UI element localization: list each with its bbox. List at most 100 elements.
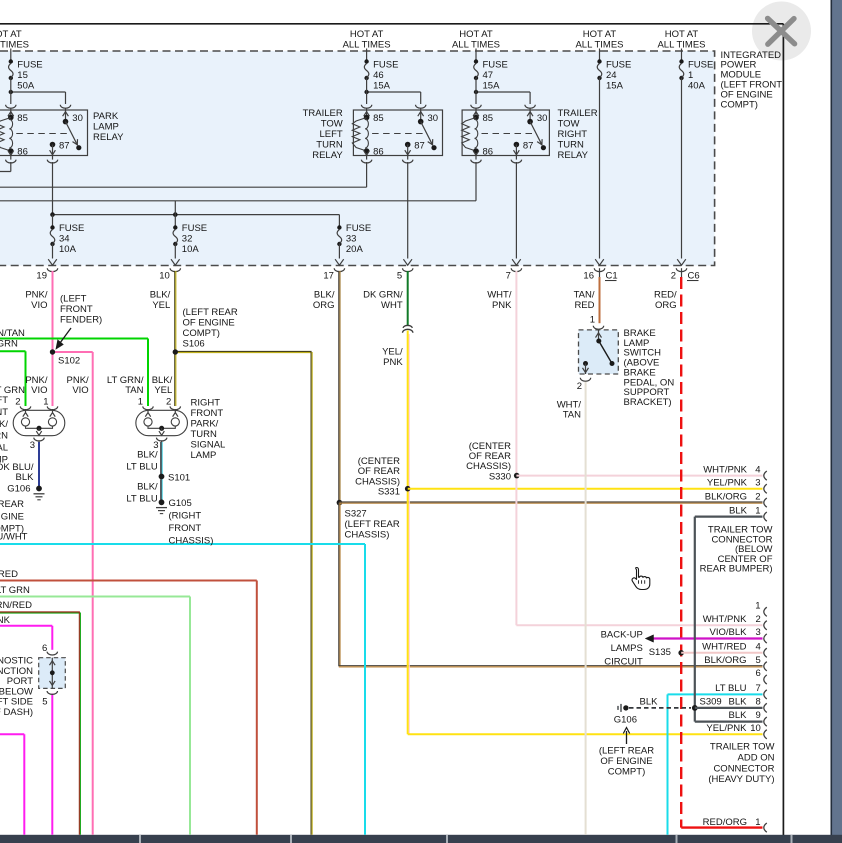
svg-text:ADD ON: ADD ON: [738, 752, 775, 763]
svg-text:OF ENGINE: OF ENGINE: [600, 756, 652, 767]
svg-text:VIO: VIO: [31, 300, 47, 311]
svg-text:OF ENGINE: OF ENGINE: [183, 318, 235, 329]
svg-text:2: 2: [577, 381, 582, 392]
svg-text:PNK: PNK: [492, 300, 512, 311]
svg-text:30: 30: [537, 113, 548, 124]
svg-text:FRONT: FRONT: [191, 408, 224, 419]
svg-text:LT BLU: LT BLU: [126, 494, 157, 505]
svg-text:86: 86: [483, 147, 494, 158]
svg-text:5: 5: [397, 271, 402, 282]
svg-text:19: 19: [36, 271, 47, 282]
svg-text:YEL/: YEL/: [382, 347, 403, 358]
svg-text:FUSE: FUSE: [483, 60, 508, 71]
svg-text:RIGHT: RIGHT: [191, 398, 221, 409]
svg-text:3: 3: [30, 440, 35, 451]
svg-text:TURN: TURN: [191, 429, 218, 440]
svg-text:87: 87: [523, 141, 534, 152]
svg-text:40A: 40A: [688, 81, 706, 92]
svg-text:FUSE: FUSE: [59, 223, 84, 234]
svg-text:(LEFT REAR: (LEFT REAR: [599, 746, 654, 757]
svg-text:3: 3: [755, 478, 760, 489]
svg-text:HOT AT: HOT AT: [583, 29, 617, 40]
svg-text:(LEFT: (LEFT: [0, 395, 8, 406]
svg-text:WHT/PNK: WHT/PNK: [703, 614, 747, 625]
svg-text:TRAILER: TRAILER: [558, 108, 598, 119]
svg-text:BLK: BLK: [729, 505, 748, 516]
svg-text:PNK/: PNK/: [25, 290, 48, 301]
svg-text:BRACKET): BRACKET): [624, 397, 672, 408]
svg-text:WHT/: WHT/: [487, 290, 512, 301]
svg-text:LT GRN/TAN: LT GRN/TAN: [0, 328, 25, 339]
svg-text:30: 30: [72, 113, 83, 124]
svg-text:2: 2: [166, 396, 171, 407]
svg-text:1: 1: [755, 601, 760, 612]
svg-text:LEFT: LEFT: [319, 129, 342, 140]
svg-text:BACK-UP: BACK-UP: [601, 630, 643, 641]
svg-text:TAN/RED: TAN/RED: [0, 569, 18, 580]
svg-text:REAR BUMPER): REAR BUMPER): [700, 564, 773, 575]
svg-text:LT GRN: LT GRN: [0, 339, 18, 350]
svg-text:HOT AT: HOT AT: [459, 29, 493, 40]
svg-text:RED: RED: [574, 300, 594, 311]
svg-text:BLK/ORG: BLK/ORG: [704, 655, 746, 666]
svg-text:(LEFT REAR: (LEFT REAR: [345, 519, 400, 530]
svg-text:10: 10: [750, 723, 761, 734]
svg-text:LAMP: LAMP: [93, 122, 119, 133]
svg-text:10: 10: [159, 271, 170, 282]
svg-text:COMPT): COMPT): [721, 99, 758, 110]
svg-text:PNK: PNK: [383, 357, 403, 368]
svg-text:87: 87: [414, 141, 425, 152]
svg-text:GRN/RED: GRN/RED: [0, 600, 32, 611]
svg-text:HOT AT: HOT AT: [0, 29, 22, 40]
svg-text:YEL/PNK: YEL/PNK: [707, 478, 748, 489]
svg-text:BLK/: BLK/: [137, 482, 158, 493]
svg-text:15A: 15A: [373, 81, 391, 92]
svg-text:1: 1: [688, 70, 693, 81]
svg-text:(LEFT: (LEFT: [60, 294, 87, 305]
svg-text:WHT: WHT: [381, 300, 403, 311]
svg-text:87: 87: [59, 141, 70, 152]
svg-text:TAN: TAN: [563, 410, 581, 421]
svg-text:SIGNAL: SIGNAL: [0, 443, 8, 454]
svg-text:PARK: PARK: [93, 111, 119, 122]
svg-text:50A: 50A: [17, 81, 35, 92]
svg-text:PNK: PNK: [0, 615, 11, 626]
svg-text:TRAILER: TRAILER: [303, 108, 343, 119]
svg-text:85: 85: [483, 113, 494, 124]
svg-text:CONNECTOR: CONNECTOR: [713, 763, 774, 774]
svg-text:17: 17: [323, 271, 334, 282]
svg-text:PARK/: PARK/: [0, 419, 8, 430]
svg-text:YEL: YEL: [152, 300, 170, 311]
svg-text:FENDER): FENDER): [60, 315, 102, 326]
svg-text:TRAILER TOW: TRAILER TOW: [710, 742, 775, 753]
svg-text:FUSE: FUSE: [606, 60, 631, 71]
svg-text:S327: S327: [345, 509, 367, 520]
svg-text:BLK: BLK: [729, 697, 748, 708]
svg-text:FRONT: FRONT: [169, 523, 202, 534]
svg-text:47: 47: [483, 70, 494, 81]
svg-text:LT BLU: LT BLU: [126, 462, 157, 473]
svg-text:85: 85: [17, 113, 28, 124]
svg-text:(HEAVY DUTY): (HEAVY DUTY): [708, 774, 774, 785]
svg-text:TURN: TURN: [316, 140, 343, 151]
svg-text:COMPT): COMPT): [183, 328, 220, 339]
svg-text:3: 3: [756, 627, 761, 638]
svg-text:6: 6: [42, 643, 47, 654]
svg-text:PARK/: PARK/: [191, 419, 219, 430]
svg-text:BLK/: BLK/: [150, 290, 171, 301]
svg-text:30: 30: [428, 113, 439, 124]
svg-text:TOW: TOW: [558, 119, 580, 130]
svg-text:DK GRN/: DK GRN/: [363, 290, 403, 301]
svg-text:BLK: BLK: [16, 472, 35, 483]
svg-text:34: 34: [59, 234, 70, 245]
svg-text:YEL: YEL: [154, 385, 172, 396]
svg-text:(LEFT REAR: (LEFT REAR: [183, 307, 238, 318]
svg-text:16: 16: [583, 271, 594, 282]
svg-text:FUSE: FUSE: [346, 223, 371, 234]
svg-text:15: 15: [17, 70, 28, 81]
svg-text:ORG: ORG: [313, 300, 335, 311]
svg-text:OF ENGINE: OF ENGINE: [0, 511, 24, 522]
svg-text:9: 9: [756, 710, 761, 721]
svg-text:4: 4: [755, 464, 760, 475]
svg-text:LT GRN: LT GRN: [0, 585, 30, 596]
